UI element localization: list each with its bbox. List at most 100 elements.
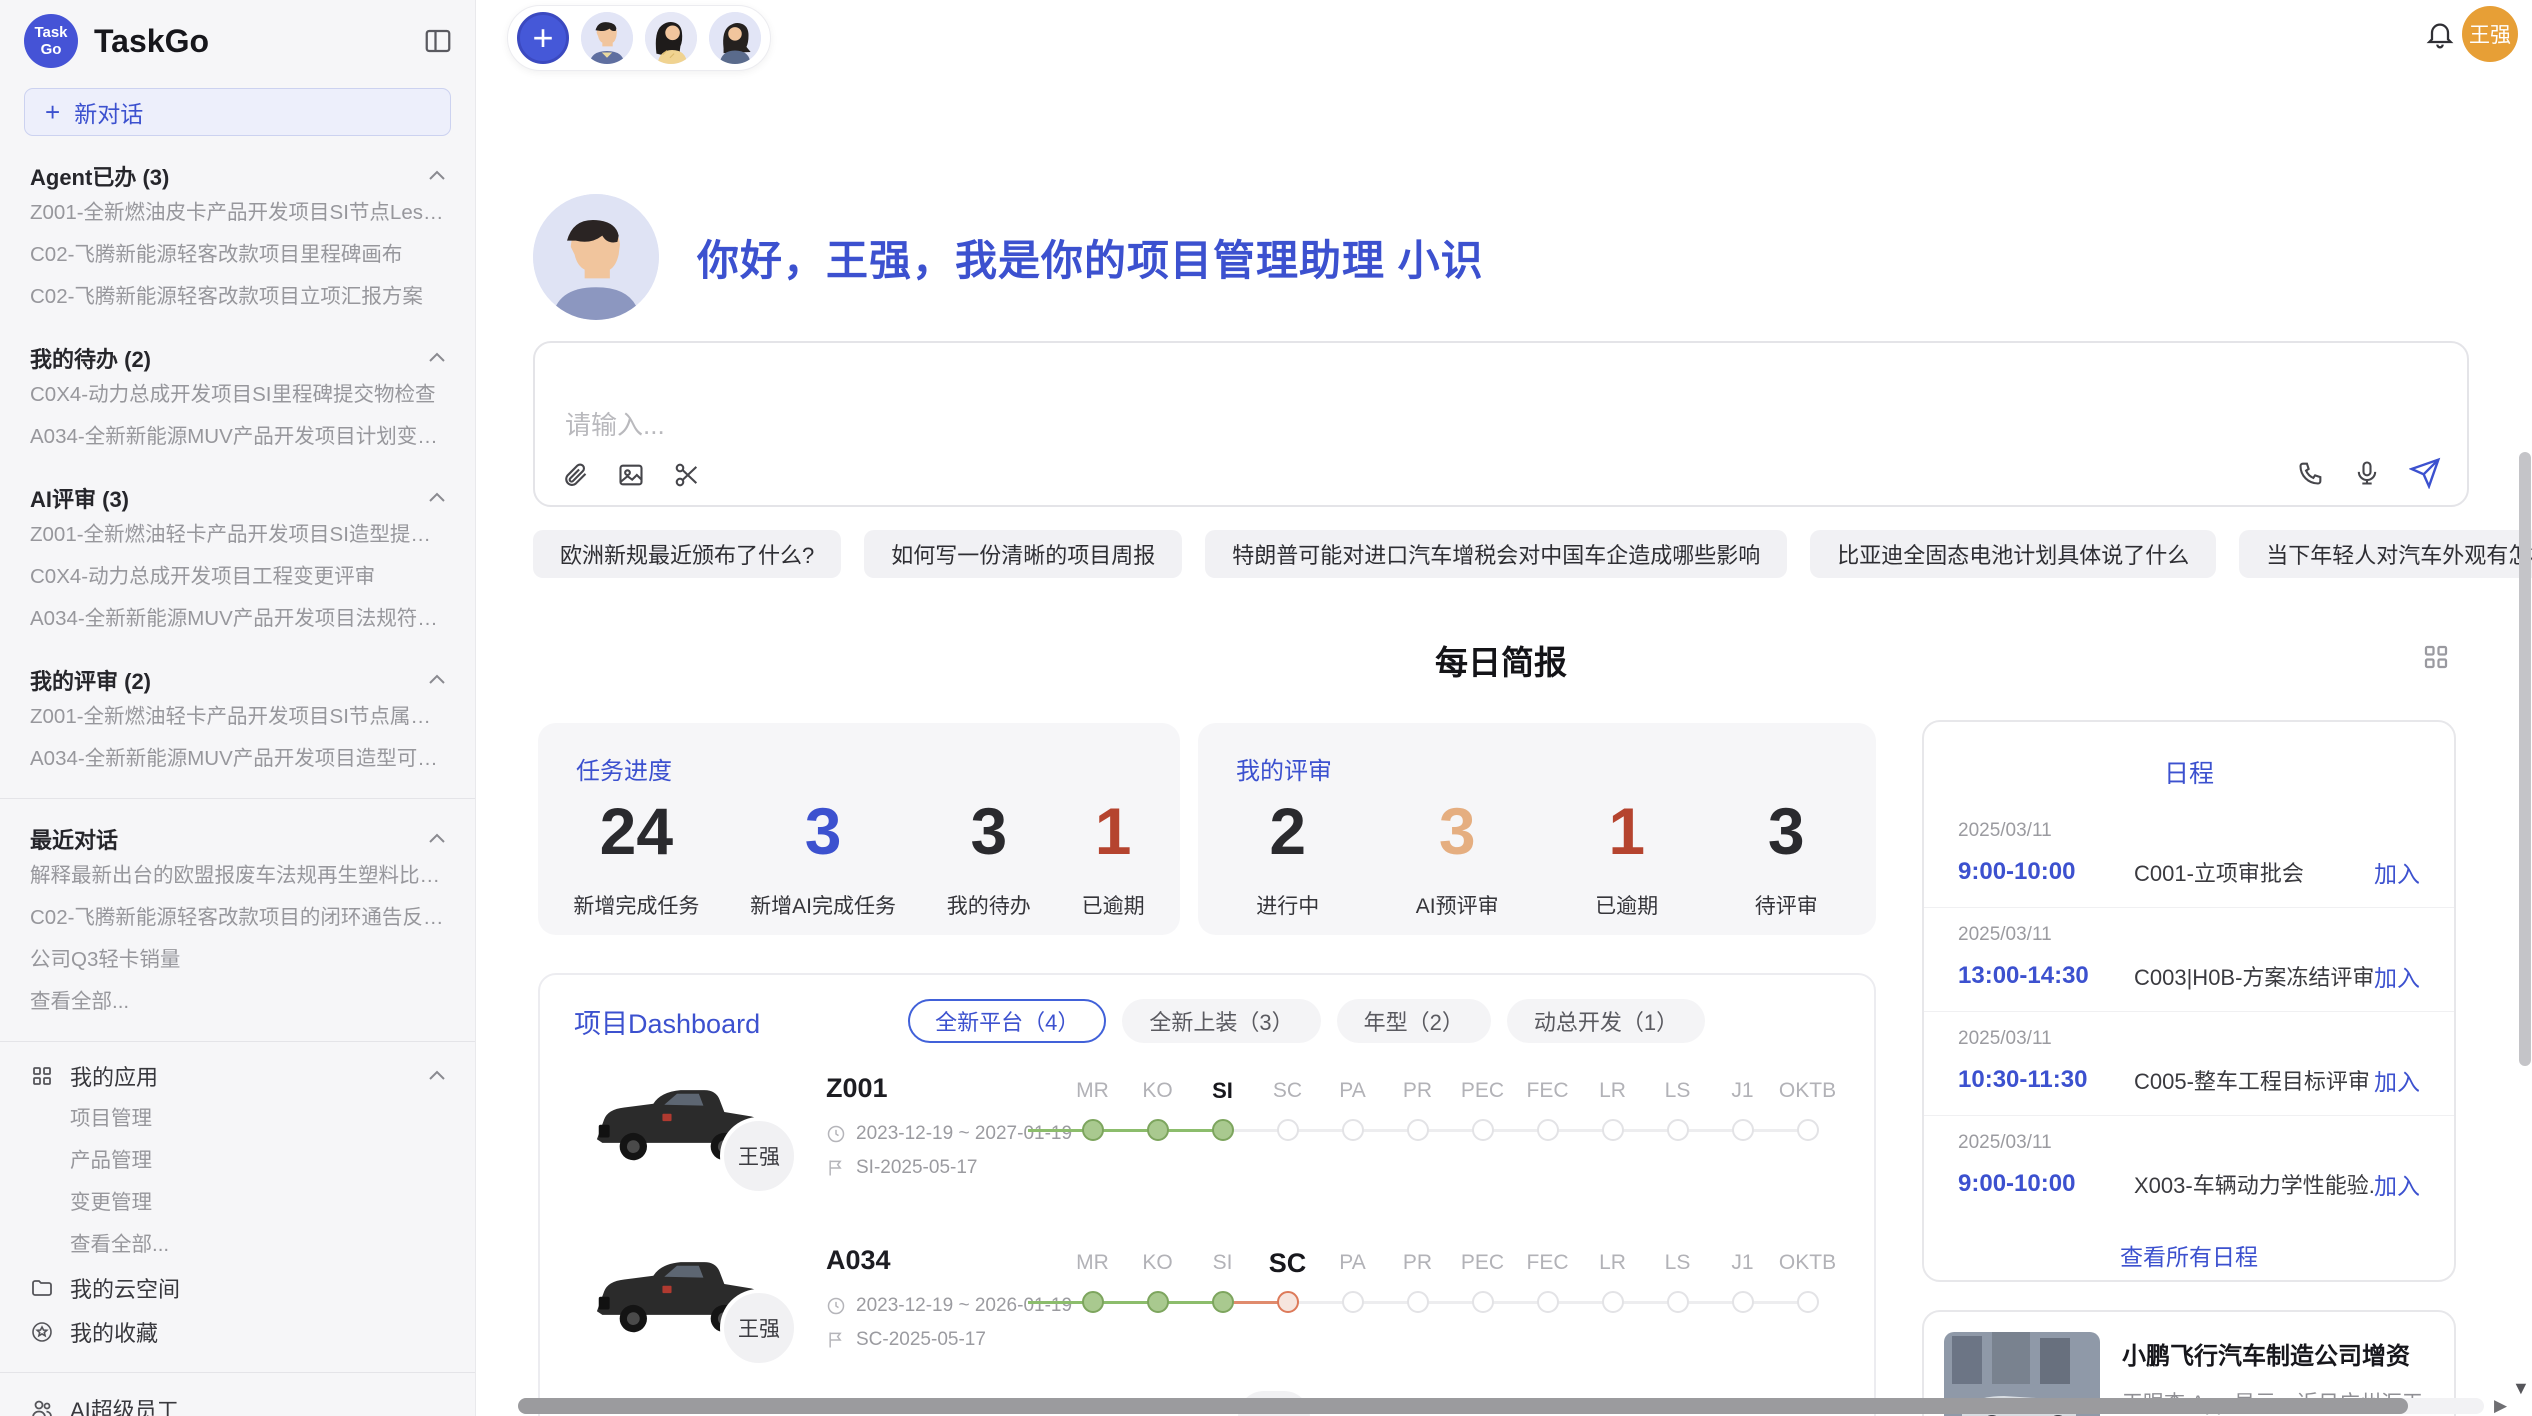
attachment-icon[interactable] (561, 461, 589, 489)
microphone-icon[interactable] (2353, 459, 2381, 487)
project-code: A034 (826, 1245, 891, 1276)
notification-bell-icon[interactable] (2424, 18, 2456, 50)
layout-grid-icon[interactable] (2421, 642, 2451, 672)
phone-icon[interactable] (2297, 459, 2325, 487)
event-date: 2025/03/11 (1958, 1028, 2420, 1050)
briefing-title: 每日简报 (533, 636, 2469, 684)
join-link[interactable]: 加入 (2374, 1167, 2420, 1201)
stat-label: 待评审 (1755, 890, 1818, 920)
stat-label: 进行中 (1256, 890, 1319, 920)
my-review-card: 我的评审 2进行中 3AI预评审 1已逾期 3待评审 (1198, 723, 1876, 935)
scroll-right-arrow-icon[interactable]: ▶ (2494, 1396, 2507, 1416)
stat-value: 3 (1416, 797, 1499, 866)
list-item[interactable]: 解释最新出台的欧盟报废车法规再生塑料比例被调至15%... (30, 855, 449, 897)
sidebar: Task Go TaskGo + 新对话 Agent已办 (3) Z001-全新… (0, 0, 476, 1416)
avatar[interactable] (709, 12, 761, 64)
user-avatar[interactable]: 王强 (2462, 6, 2518, 62)
list-item[interactable]: C02-飞腾新能源轻客改款项目立项汇报方案 (30, 276, 449, 318)
tab-powertrain[interactable]: 动总开发（1） (1507, 999, 1705, 1043)
sidebar-item-favorites[interactable]: 我的收藏 (30, 1310, 449, 1354)
dashboard-tabs: 全新平台（4） 全新上装（3） 年型（2） 动总开发（1） (908, 999, 1705, 1043)
section-my-todo[interactable]: 我的待办 (2) (30, 342, 449, 374)
list-item[interactable]: Z001-全新燃油轻卡产品开发项目SI节点属性5D文件评审 (30, 696, 449, 738)
chevron-up-icon[interactable] (425, 346, 449, 370)
horizontal-scrollbar-thumb[interactable] (518, 1398, 2408, 1414)
list-item[interactable]: A034-全新新能源MUV产品开发项目造型可行性评审 (30, 738, 449, 780)
stat-value: 1 (1082, 797, 1145, 866)
section-recent-chats[interactable]: 最近对话 (30, 823, 449, 855)
scroll-down-arrow-icon[interactable]: ▼ (2512, 1378, 2530, 1399)
sidebar-item-cloud-space[interactable]: 我的云空间 (30, 1266, 449, 1310)
list-item[interactable]: C02-飞腾新能源轻客改款项目的闭环通告反馈情况 (30, 897, 449, 939)
dashboard-title: 项目Dashboard (574, 1002, 760, 1041)
list-item[interactable]: C0X4-动力总成开发项目SI里程碑提交物检查 (30, 374, 449, 416)
view-all-apps[interactable]: 查看全部... (70, 1224, 449, 1266)
collapse-sidebar-icon[interactable] (423, 26, 453, 56)
list-item[interactable]: Z001-全新燃油轻卡产品开发项目SI造型提交物评审 (30, 514, 449, 556)
sidebar-item-project-mgmt[interactable]: 项目管理 (70, 1098, 449, 1140)
join-link[interactable]: 加入 (2374, 855, 2420, 889)
new-chat-label: 新对话 (74, 95, 143, 129)
project-flag-date: SC-2025-05-17 (826, 1329, 986, 1351)
list-item[interactable]: C02-飞腾新能源轻客改款项目里程碑画布 (30, 234, 449, 276)
join-link[interactable]: 加入 (2374, 959, 2420, 993)
sidebar-item-ai-employee[interactable]: AI超级员工 (30, 1387, 449, 1416)
tab-year-model[interactable]: 年型（2） (1337, 999, 1491, 1043)
stats-row: 24新增完成任务 3新增AI完成任务 3我的待办 1已逾期 (548, 797, 1170, 925)
image-icon[interactable] (617, 461, 645, 489)
chevron-up-icon[interactable] (425, 668, 449, 692)
card-title: 任务进度 (576, 751, 672, 786)
cloud-space-label: 我的云空间 (70, 1272, 180, 1304)
greeting-text: 你好，王强，我是你的项目管理助理 小识 (697, 227, 1484, 288)
list-item[interactable]: A034-全新新能源MUV产品开发项目法规符合性评审 (30, 598, 449, 640)
project-owner-badge: 王强 (720, 1289, 798, 1367)
chat-input-box[interactable]: 请输入... (533, 341, 2469, 507)
chevron-up-icon[interactable] (425, 1064, 449, 1088)
chevron-up-icon[interactable] (425, 164, 449, 188)
tab-new-body[interactable]: 全新上装（3） (1122, 999, 1320, 1043)
section-my-review[interactable]: 我的评审 (2) (30, 664, 449, 696)
stat-label: 新增AI完成任务 (750, 890, 896, 920)
sidebar-item-change-mgmt[interactable]: 变更管理 (70, 1182, 449, 1224)
event-title: C001-立项审批会 (2134, 856, 2374, 888)
horizontal-scrollbar[interactable] (518, 1398, 2484, 1414)
scissors-icon[interactable] (673, 461, 701, 489)
suggestion-chip[interactable]: 特朗普可能对进口汽车增税会对中国车企造成哪些影响 (1205, 530, 1787, 578)
add-agent-button[interactable]: + (517, 12, 569, 64)
send-icon[interactable] (2409, 457, 2441, 489)
project-row[interactable]: 王强 A034 2023-12-19 ~ 2026-01-19 SC-2025-… (540, 1225, 1874, 1397)
suggestion-chip[interactable]: 欧洲新规最近颁布了什么? (533, 530, 841, 578)
chevron-up-icon[interactable] (425, 486, 449, 510)
schedule-event: 2025/03/11 9:00-10:00 X003-车辆动力学性能验... 加… (1924, 1116, 2454, 1220)
star-badge-icon (30, 1320, 54, 1344)
sidebar-item-my-apps[interactable]: 我的应用 (30, 1054, 449, 1098)
suggestion-chip[interactable]: 当下年轻人对汽车外观有怎样的喜好趋势 (2239, 530, 2532, 578)
list-item[interactable]: 公司Q3轻卡销量 (30, 939, 449, 981)
section-title: Agent已办 (3) (30, 160, 169, 192)
tab-new-platform[interactable]: 全新平台（4） (908, 999, 1106, 1043)
list-item[interactable]: Z001-全新燃油皮卡产品开发项目SI节点Lesson Learn报告 (30, 192, 449, 234)
sidebar-item-product-mgmt[interactable]: 产品管理 (70, 1140, 449, 1182)
section-agent-done[interactable]: Agent已办 (3) (30, 160, 449, 192)
stats-row: 2进行中 3AI预评审 1已逾期 3待评审 (1208, 797, 1866, 925)
list-item[interactable]: A034-全新新能源MUV产品开发项目计划变更表编写 (30, 416, 449, 458)
milestone-dot (1082, 1291, 1104, 1313)
chevron-up-icon[interactable] (425, 827, 449, 851)
view-all-schedule-link[interactable]: 查看所有日程 (1924, 1238, 2454, 1272)
avatar[interactable] (581, 12, 633, 64)
stat: 3待评审 (1755, 797, 1818, 925)
folder-icon (30, 1276, 54, 1300)
avatar[interactable] (645, 12, 697, 64)
section-ai-review[interactable]: AI评审 (3) (30, 482, 449, 514)
new-chat-button[interactable]: + 新对话 (24, 88, 451, 136)
list-item[interactable]: C0X4-动力总成开发项目工程变更评审 (30, 556, 449, 598)
stat: 3我的待办 (947, 797, 1031, 925)
view-all-chats[interactable]: 查看全部... (30, 981, 449, 1023)
vertical-scrollbar-thumb[interactable] (2519, 452, 2531, 1066)
suggestion-chip[interactable]: 比亚迪全固态电池计划具体说了什么 (1810, 530, 2216, 578)
suggestion-chip[interactable]: 如何写一份清晰的项目周报 (864, 530, 1182, 578)
milestone-dot (1472, 1119, 1494, 1141)
join-link[interactable]: 加入 (2374, 1063, 2420, 1097)
dashboard-header: 项目Dashboard 全新平台（4） 全新上装（3） 年型（2） 动总开发（1… (540, 975, 1874, 1043)
project-row[interactable]: 王强 Z001 2023-12-19 ~ 2027-01-19 SI-2025-… (540, 1053, 1874, 1225)
